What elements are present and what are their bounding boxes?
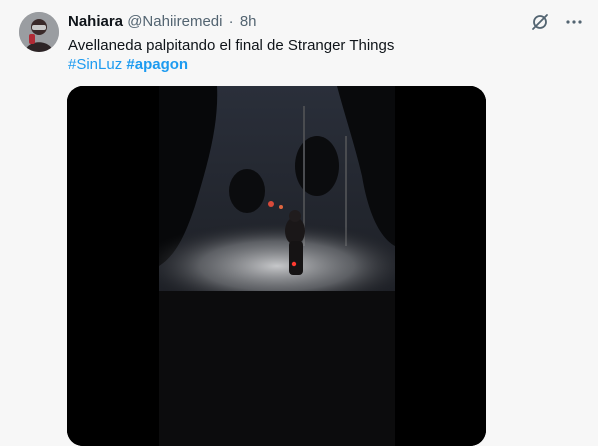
video-frame — [67, 86, 486, 446]
tweet-header: Nahiara @Nahiiremedi · 8h — [68, 12, 257, 32]
hashtag-apagon[interactable]: #apagon — [126, 56, 188, 73]
tweet-actions — [530, 12, 584, 32]
more-icon[interactable] — [564, 12, 584, 32]
hashtag-sinluz[interactable]: #SinLuz — [68, 56, 122, 73]
author-name[interactable]: Nahiara — [68, 13, 123, 30]
timestamp[interactable]: 8h — [240, 13, 257, 30]
avatar[interactable] — [19, 12, 59, 52]
tweet-card[interactable]: Nahiara @Nahiiremedi · 8h Avellaneda pal… — [0, 0, 598, 446]
author-handle[interactable]: @Nahiiremedi — [127, 13, 222, 30]
grok-icon[interactable] — [530, 12, 550, 32]
separator-dot: · — [228, 13, 234, 30]
tweet-hashtags: #SinLuz #apagon — [68, 55, 188, 75]
tweet-video[interactable] — [67, 86, 486, 446]
tweet-text: Avellaneda palpitando el final de Strang… — [68, 37, 395, 54]
avatar-image — [19, 12, 59, 52]
